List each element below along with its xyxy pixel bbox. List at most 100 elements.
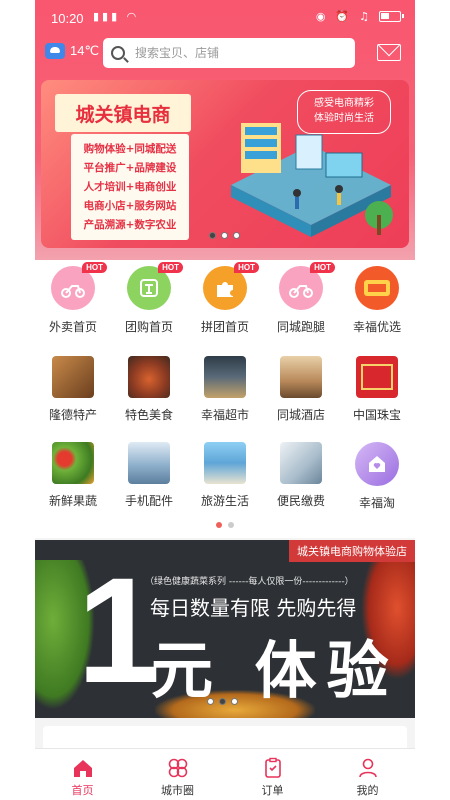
- headphone-icon: ♫: [359, 10, 373, 23]
- cloud-icon: [45, 43, 65, 59]
- status-time: 10:20: [51, 11, 84, 26]
- hotel-icon: [280, 356, 322, 398]
- grid-item-label: 旅游生活: [200, 494, 249, 508]
- hot-badge: HOT: [234, 262, 259, 273]
- pagination-dot[interactable]: [216, 522, 222, 528]
- grid-item-label: 隆德特产: [48, 408, 97, 422]
- hotpot-icon: [128, 356, 170, 398]
- tab-home[interactable]: 首页: [35, 749, 130, 800]
- delivery-icon: HOT: [279, 262, 335, 310]
- hot-badge: HOT: [310, 262, 335, 273]
- scooter-icon: HOT: [51, 262, 107, 310]
- grid-item-group-buy[interactable]: HOT 团购首页: [111, 262, 187, 352]
- grid-item-label: 手机配件: [124, 494, 173, 508]
- banner-title: 城关镇电商: [55, 94, 191, 132]
- grid-item-label: 幸福超市: [200, 408, 249, 422]
- status-bar: 10:20 ▮▮▮ ◠ ◉ ⏰ ♫: [35, 0, 415, 36]
- header: 10:20 ▮▮▮ ◠ ◉ ⏰ ♫ 14℃ 城关镇电商 购物体验+同城配送 平台…: [35, 0, 415, 260]
- pagination-dot[interactable]: [219, 698, 226, 705]
- grid-item-label: 团购首页: [124, 320, 173, 334]
- grid-item-phone-accessories[interactable]: 手机配件: [111, 442, 187, 528]
- grid-item-food[interactable]: 特色美食: [111, 356, 187, 442]
- pagination-dot[interactable]: [231, 698, 238, 705]
- tab-label: 城市圈: [161, 784, 194, 797]
- banner-feature: 购物体验+同城配送: [83, 143, 177, 155]
- travel-icon: [204, 442, 246, 484]
- promo-banner[interactable]: 城关镇电商购物体验店 1 （绿色健康蔬菜系列 ------每人仅限一份-----…: [35, 540, 415, 718]
- promo-headline: 每日数量有限 先购先得: [150, 596, 357, 620]
- promo-pagination: [207, 698, 238, 705]
- pagination-dot[interactable]: [221, 232, 228, 239]
- banner-feature: 电商小店+服务网站: [83, 200, 177, 212]
- banner-feature: 产品溯源+数字农业: [83, 219, 177, 231]
- grid-item-errand[interactable]: HOT 同城跑腿: [263, 262, 339, 352]
- grid-item-happy-tao[interactable]: 幸福淘: [339, 442, 415, 528]
- banner-feature: 人才培训+电商创业: [83, 181, 177, 193]
- pagination-dot[interactable]: [233, 232, 240, 239]
- grid-item-hotel[interactable]: 同城酒店: [263, 356, 339, 442]
- phone-accessory-icon: [128, 442, 170, 484]
- grid-item-selection[interactable]: 幸福优选: [339, 266, 415, 352]
- grid-item-payment[interactable]: 便民缴费: [263, 442, 339, 528]
- home-icon: [73, 760, 92, 777]
- weather-widget[interactable]: 14℃: [45, 43, 99, 59]
- tab-profile[interactable]: 我的: [320, 749, 415, 800]
- hot-badge: HOT: [82, 262, 107, 273]
- grid-item-label: 便民缴费: [276, 494, 325, 508]
- tab-orders[interactable]: 订单: [225, 749, 320, 800]
- isometric-city-illustration: [231, 123, 393, 237]
- content-strip: [35, 718, 415, 756]
- banner-features: 购物体验+同城配送 平台推广+品牌建设 人才培训+电商创业 电商小店+服务网站 …: [71, 134, 189, 240]
- order-icon: [264, 757, 281, 778]
- grid-item-group-deal[interactable]: HOT 拼团首页: [187, 262, 263, 352]
- battery-icon: [379, 11, 404, 22]
- supermarket-icon: [204, 356, 246, 398]
- grid-pagination: [216, 522, 234, 528]
- bottom-tab-bar: 首页 城市圈 订单 我的: [35, 748, 415, 800]
- grid-item-label: 幸福淘: [358, 496, 395, 510]
- banner-carousel[interactable]: 城关镇电商 购物体验+同城配送 平台推广+品牌建设 人才培训+电商创业 电商小店…: [41, 80, 409, 248]
- home-heart-icon: [355, 442, 399, 486]
- grid-item-label: 新鲜果蔬: [48, 494, 97, 508]
- grid-item-supermarket[interactable]: 幸福超市: [187, 356, 263, 442]
- pagination-dot[interactable]: [207, 698, 214, 705]
- grid-item-produce[interactable]: 新鲜果蔬: [35, 442, 111, 528]
- jewelry-icon: [356, 356, 398, 398]
- puzzle-icon: HOT: [203, 262, 259, 310]
- promo-main-text: 元 体验: [151, 634, 399, 707]
- promo-subtitle: （绿色健康蔬菜系列 ------每人仅限一份-------------）: [145, 577, 354, 587]
- search-bar[interactable]: [103, 38, 355, 68]
- city-circle-icon: [168, 758, 187, 778]
- banner-feature: 平台推广+品牌建设: [83, 162, 177, 174]
- grid-item-jewelry[interactable]: 中国珠宝: [339, 356, 415, 442]
- tab-label: 我的: [356, 784, 379, 797]
- location-icon: ◉: [315, 10, 330, 23]
- grid-item-label: 拼团首页: [200, 320, 249, 334]
- grid-item-label: 同城跑腿: [276, 320, 325, 334]
- group-buy-icon: HOT: [127, 262, 183, 310]
- banner-pagination: [209, 232, 240, 239]
- tab-label: 订单: [261, 784, 284, 797]
- grid-item-travel[interactable]: 旅游生活: [187, 442, 263, 528]
- temperature: 14℃: [70, 43, 100, 58]
- payment-icon: [280, 442, 322, 484]
- grid-item-specialty[interactable]: 隆德特产: [35, 356, 111, 442]
- grid-item-label: 特色美食: [124, 408, 173, 422]
- hot-badge: HOT: [158, 262, 183, 273]
- search-input[interactable]: [135, 46, 335, 60]
- grid-item-label: 同城酒店: [276, 408, 325, 422]
- grid-item-label: 幸福优选: [352, 320, 401, 334]
- mail-icon[interactable]: [377, 44, 401, 61]
- alarm-icon: ⏰: [335, 10, 354, 23]
- grid-item-takeaway[interactable]: HOT 外卖首页: [35, 262, 111, 352]
- grid-item-label: 中国珠宝: [352, 408, 401, 422]
- tab-city-circle[interactable]: 城市圈: [130, 749, 225, 800]
- specialty-food-icon: [52, 356, 94, 398]
- pagination-dot[interactable]: [228, 522, 234, 528]
- save-money-icon: [355, 266, 399, 310]
- app-screen: 10:20 ▮▮▮ ◠ ◉ ⏰ ♫ 14℃ 城关镇电商 购物体验+同城配送 平台…: [35, 0, 415, 800]
- vegetables-icon: [52, 442, 94, 484]
- pagination-dot[interactable]: [209, 232, 216, 239]
- service-grid: HOT 外卖首页 HOT 团购首页 HOT 拼团首页 HOT 同城跑腿 幸福优选…: [35, 260, 415, 538]
- grid-item-label: 外卖首页: [48, 320, 97, 334]
